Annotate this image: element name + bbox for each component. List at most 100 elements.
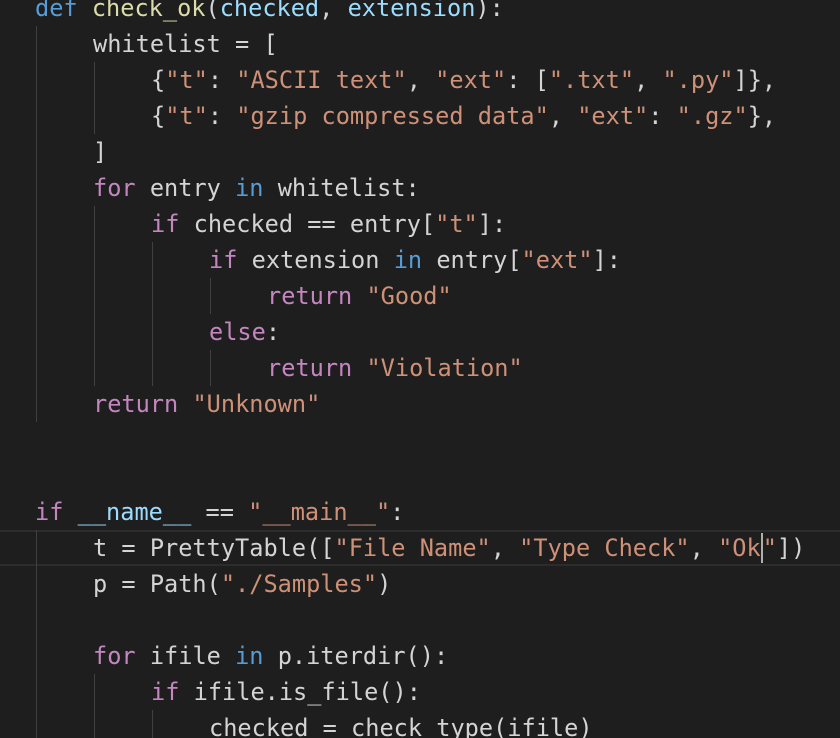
code-token: ==	[191, 498, 249, 526]
code-line[interactable]: else:	[0, 314, 840, 350]
code-token: return	[93, 390, 179, 418]
code-token: {	[151, 66, 166, 94]
indent-guide	[152, 242, 153, 386]
code-token: "t"	[165, 102, 208, 130]
indent-guide	[36, 26, 37, 422]
code-token: "Ok	[718, 534, 761, 562]
code-token: ,	[689, 534, 719, 562]
code-token: ]	[93, 138, 108, 166]
code-token: ,	[548, 102, 578, 130]
indent-guide	[210, 278, 211, 314]
code-line[interactable]: for entry in whitelist:	[0, 170, 840, 206]
indent-guide	[94, 62, 95, 134]
code-token: ifile	[135, 642, 236, 670]
code-token: :	[648, 102, 677, 130]
code-token: :	[207, 102, 237, 130]
code-token: entry	[135, 174, 236, 202]
code-token: return	[267, 282, 353, 310]
code-token: "ASCII text"	[236, 66, 407, 94]
code-token: "Type Check"	[519, 534, 690, 562]
code-line[interactable]	[0, 458, 840, 494]
code-line[interactable]: ]	[0, 134, 840, 170]
code-token: "./Samples"	[220, 570, 378, 598]
code-token: in	[235, 174, 264, 202]
code-line[interactable]: {"t": "ASCII text", "ext": [".txt", ".py…	[0, 62, 840, 98]
code-token: : [	[506, 66, 549, 94]
code-token: ]},	[733, 66, 777, 94]
code-token: t = PrettyTable([	[93, 534, 335, 562]
code-token: else	[209, 318, 266, 346]
code-token: :	[207, 66, 237, 94]
code-token: for	[93, 174, 136, 202]
code-token: "Violation"	[366, 354, 523, 382]
code-line[interactable]	[0, 422, 840, 458]
code-line[interactable]: return "Unknown"	[0, 386, 840, 422]
code-token: check_ok	[91, 0, 206, 22]
code-token: ".txt"	[548, 66, 635, 94]
code-token: if	[151, 210, 180, 238]
code-line[interactable]: for ifile in p.iterdir():	[0, 638, 840, 674]
indent-guide	[152, 710, 153, 738]
code-token: entry[	[422, 246, 522, 274]
code-token: in	[393, 246, 423, 274]
code-token: ".py"	[662, 66, 734, 94]
code-token: "File Name"	[334, 534, 491, 562]
code-token: if	[151, 678, 180, 706]
code-token: "Unknown"	[192, 390, 321, 418]
code-token: (	[205, 0, 220, 22]
code-editor[interactable]: def check_ok(checked, extension): whiteli…	[0, 0, 840, 738]
code-token: def	[35, 0, 78, 22]
code-token: )	[377, 570, 392, 598]
indent-guide	[94, 206, 95, 386]
code-token: "Good"	[366, 282, 452, 310]
code-token: "t"	[165, 66, 208, 94]
indent-guide	[210, 350, 211, 386]
code-line[interactable]: if ifile.is_file():	[0, 674, 840, 710]
code-token: p.iterdir():	[263, 642, 449, 670]
code-line[interactable]: t = PrettyTable(["File Name", "Type Chec…	[0, 530, 840, 566]
code-line[interactable]: return "Good"	[0, 278, 840, 314]
code-line[interactable]: if __name__ == "__main__":	[0, 494, 840, 530]
code-token: "ext"	[435, 66, 507, 94]
code-token: __name__	[77, 498, 192, 526]
code-token: "ext"	[577, 102, 649, 130]
code-line[interactable]: def check_ok(checked, extension):	[0, 0, 840, 26]
code-token: ".gz"	[676, 102, 748, 130]
code-line[interactable]	[0, 602, 840, 638]
code-token: checked	[219, 0, 320, 22]
code-token: ,	[634, 66, 663, 94]
code-token: extension	[347, 0, 476, 22]
code-token: for	[93, 642, 136, 670]
code-line[interactable]: {"t": "gzip compressed data", "ext": ".g…	[0, 98, 840, 134]
indent-guide	[94, 674, 95, 738]
code-token: ]:	[477, 210, 507, 238]
code-token: if	[35, 498, 64, 526]
code-token: ])	[776, 534, 806, 562]
code-token: ):	[475, 0, 504, 22]
code-token: },	[747, 102, 777, 130]
code-token: "ext"	[521, 246, 593, 274]
code-token: :	[390, 498, 405, 526]
code-line[interactable]: p = Path("./Samples")	[0, 566, 840, 602]
code-line[interactable]: return "Violation"	[0, 350, 840, 386]
code-line[interactable]: if checked == entry["t"]:	[0, 206, 840, 242]
code-token: ,	[319, 0, 348, 22]
code-token: "t"	[435, 210, 478, 238]
code-token: p = Path(	[93, 570, 221, 598]
code-token: ]:	[592, 246, 621, 274]
code-line[interactable]: if extension in entry["ext"]:	[0, 242, 840, 278]
code-token: ifile.is_file():	[179, 678, 421, 706]
code-token: checked = check_type(ifile)	[209, 714, 593, 738]
code-line[interactable]: whitelist = [	[0, 26, 840, 62]
code-token: ,	[490, 534, 520, 562]
code-line[interactable]: checked = check_type(ifile)	[0, 710, 840, 738]
indent-guide	[36, 530, 37, 738]
code-token: "__main__"	[248, 498, 391, 526]
code-token: "gzip compressed data"	[236, 102, 549, 130]
code-token: extension	[237, 246, 394, 274]
